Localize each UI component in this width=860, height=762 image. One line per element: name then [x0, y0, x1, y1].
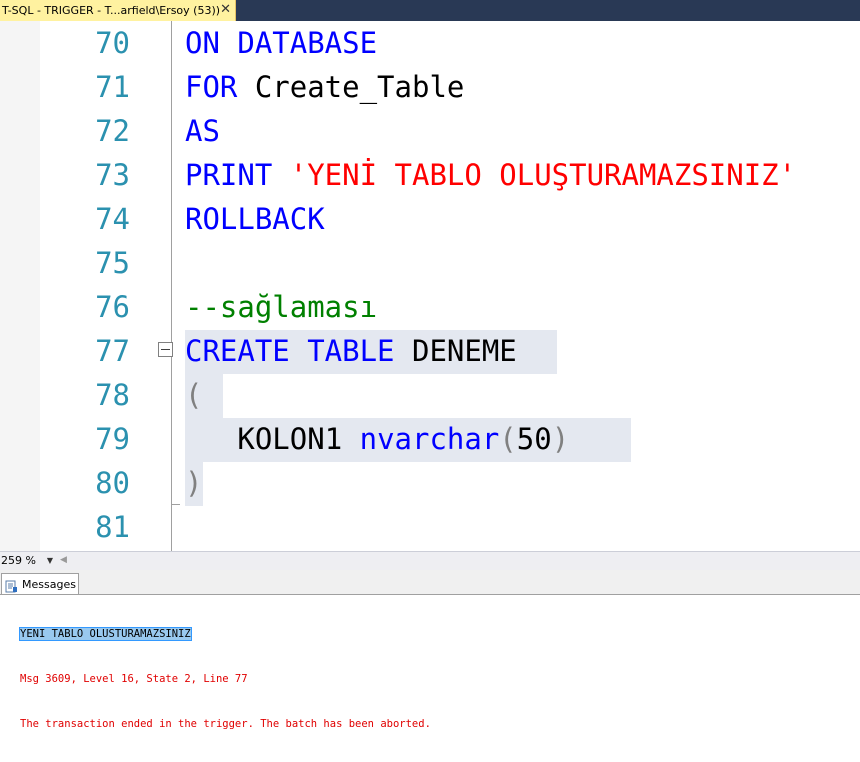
code-line: 70 ON DATABASE	[0, 21, 860, 65]
code-line: 76 --sağlaması	[0, 285, 860, 329]
line-number: 81	[95, 510, 130, 544]
code-token: nvarchar	[359, 422, 500, 456]
code-line: 73 PRINT 'YENİ TABLO OLUŞTURAMAZSINIZ'	[0, 153, 860, 197]
code-token: PRINT	[185, 158, 290, 192]
code-line: 71 FOR Create_Table	[0, 65, 860, 109]
code-token: Create_Table	[254, 70, 465, 104]
code-token: CREATE TABLE	[185, 334, 412, 368]
code-token: ROLLBACK	[185, 202, 325, 236]
message-line: YENI TABLO OLUSTURAMAZSINIZ	[19, 627, 192, 641]
message-line: Msg 3609, Level 16, State 2, Line 77	[20, 673, 248, 685]
tab-messages-label: Messages	[22, 577, 76, 591]
line-number: 76	[95, 290, 130, 324]
line-number: 72	[95, 114, 130, 148]
code-text: ON DATABASE	[185, 21, 377, 65]
line-number: 77	[95, 334, 130, 368]
chevron-down-icon[interactable]: ▼	[47, 553, 53, 568]
results-pane: Messages YENI TABLO OLUSTURAMAZSINIZ Msg…	[0, 570, 860, 730]
line-number: 74	[95, 202, 130, 236]
code-token: AS	[185, 114, 220, 148]
code-token: ON DATABASE	[185, 26, 378, 60]
line-number: 75	[95, 246, 130, 280]
tab-messages[interactable]: Messages	[1, 573, 79, 594]
query-editor[interactable]: 70 ON DATABASE 71 FOR Create_Table 72 AS 73 PRI…	[0, 21, 860, 551]
scroll-left-icon[interactable]: ◀	[60, 553, 67, 568]
line-number: 70	[95, 26, 130, 60]
code-text: FOR Create_Table	[185, 65, 464, 109]
messages-icon	[5, 578, 18, 592]
code-line: 81	[0, 505, 860, 549]
code-line: 77 CREATE TABLE DENEME	[0, 329, 860, 373]
code-token: )	[551, 422, 570, 456]
messages-output[interactable]: YENI TABLO OLUSTURAMAZSINIZ Msg 3609, Le…	[19, 597, 431, 762]
code-line: 74 ROLLBACK	[0, 197, 860, 241]
code-token: (	[499, 422, 517, 456]
code-token: KOLON1	[237, 422, 360, 456]
zoom-value: 259 %	[1, 554, 36, 567]
code-token: --sağlaması	[185, 290, 378, 324]
document-tab-strip: T-SQL - TRIGGER - T...arfield\Ersoy (53)…	[0, 0, 860, 21]
code-token: DENEME	[411, 334, 517, 368]
code-text: (	[185, 373, 202, 417]
code-text: --sağlaması	[185, 285, 377, 329]
code-text: )	[185, 461, 202, 505]
code-text: KOLON1 nvarchar(50)	[185, 417, 569, 461]
editor-status-bar: 259 % ▼ ◀	[0, 551, 860, 570]
line-number: 79	[95, 422, 130, 456]
results-tab-strip: Messages	[0, 570, 860, 595]
code-line: 75	[0, 241, 860, 285]
outline-guide	[171, 21, 172, 551]
code-token: 50	[516, 422, 552, 456]
close-icon[interactable]: ✕	[220, 2, 231, 18]
code-text: ROLLBACK	[185, 197, 325, 241]
line-number: 80	[95, 466, 130, 500]
collapse-icon[interactable]	[158, 342, 173, 357]
code-line: 79 KOLON1 nvarchar(50)	[0, 417, 860, 461]
code-line: 80)	[0, 461, 860, 505]
outline-end	[171, 504, 180, 505]
code-text: CREATE TABLE DENEME	[185, 329, 517, 373]
code-token: FOR	[185, 70, 255, 104]
message-line: The transaction ended in the trigger. Th…	[20, 718, 431, 730]
code-token: (	[185, 378, 203, 412]
code-text: PRINT 'YENİ TABLO OLUŞTURAMAZSINIZ'	[185, 153, 796, 197]
line-number: 73	[95, 158, 130, 192]
zoom-dropdown[interactable]: 259 % ▼	[0, 553, 57, 568]
code-text: AS	[185, 109, 220, 153]
code-line: 72 AS	[0, 109, 860, 153]
code-token: 'YENİ TABLO OLUŞTURAMAZSINIZ'	[289, 158, 797, 192]
code-token: )	[185, 466, 203, 500]
code-line: 78 (	[0, 373, 860, 417]
query-tab[interactable]: T-SQL - TRIGGER - T...arfield\Ersoy (53)…	[0, 0, 236, 21]
query-tab-title: T-SQL - TRIGGER - T...arfield\Ersoy (53)…	[2, 4, 221, 17]
line-number: 71	[95, 70, 130, 104]
line-number: 78	[95, 378, 130, 412]
